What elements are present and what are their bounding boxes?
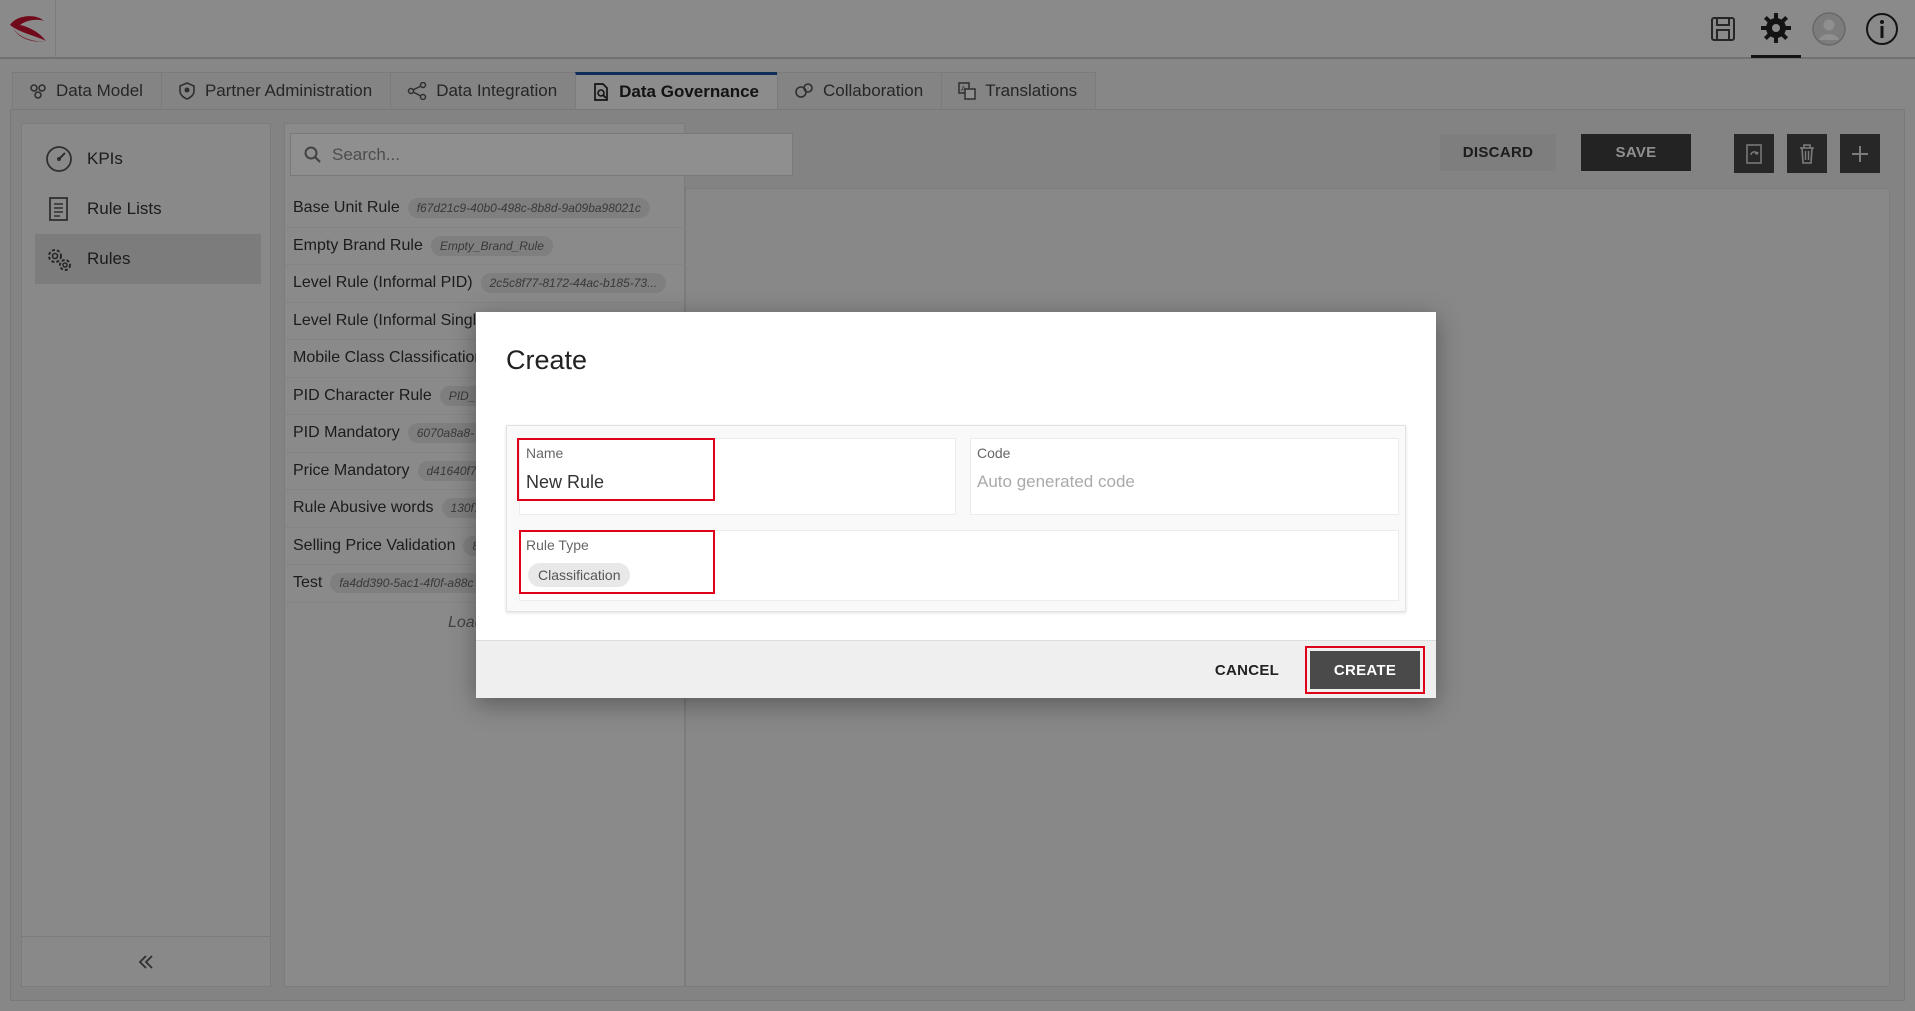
create-form: Name New Rule Code Auto generated code R… [506,425,1406,612]
rule-type-highlight [519,530,715,594]
code-field[interactable]: Code Auto generated code [970,438,1399,515]
dialog-title: Create [506,345,588,375]
create-dialog: Create Name New Rule Code Auto generated… [476,312,1436,698]
name-highlight [517,438,715,501]
code-placeholder: Auto generated code [977,472,1135,491]
cancel-button[interactable]: CANCEL [1202,651,1292,689]
dialog-footer: CANCEL CREATE [476,640,1436,698]
code-label: Code [977,445,1011,461]
create-highlight [1305,646,1425,694]
